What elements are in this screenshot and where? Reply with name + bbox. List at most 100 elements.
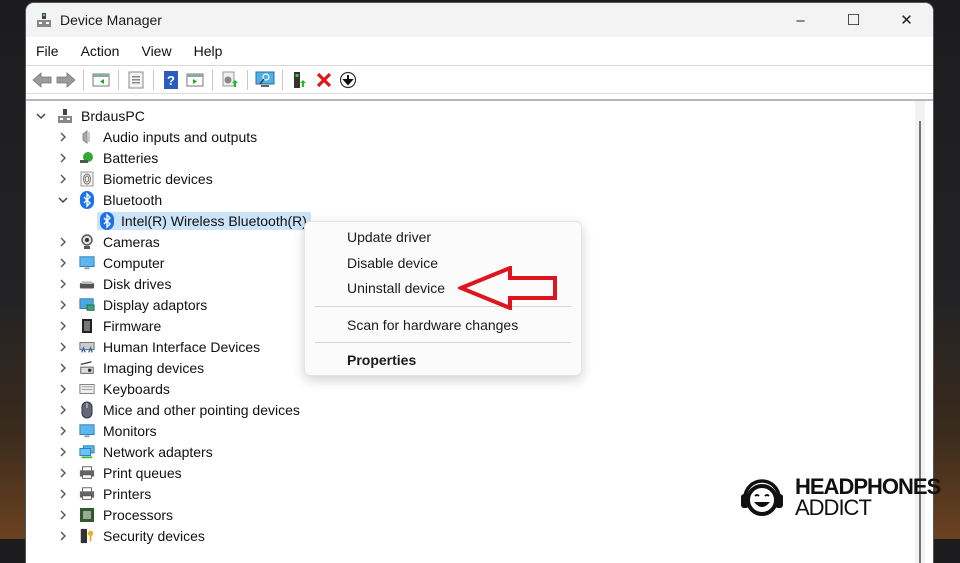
- chevron-right-icon[interactable]: [57, 131, 69, 143]
- monitor-icon: [79, 423, 95, 439]
- menu-action[interactable]: Action: [70, 43, 131, 59]
- scan-hardware-button[interactable]: [254, 69, 276, 91]
- back-arrow-icon: [32, 71, 52, 88]
- display-adapter-icon: [79, 297, 95, 313]
- toolbar-separator: [247, 69, 248, 90]
- chevron-right-icon[interactable]: [57, 446, 69, 458]
- category-label: Monitors: [103, 422, 157, 439]
- menu-properties[interactable]: Properties: [347, 352, 416, 368]
- chevron-right-icon[interactable]: [57, 257, 69, 269]
- add-legacy-hardware-button[interactable]: [289, 69, 311, 91]
- root-label: BrdausPC: [81, 107, 145, 124]
- toolbar-separator: [153, 69, 154, 90]
- chevron-right-icon[interactable]: [57, 278, 69, 290]
- red-arrow-annotation: [458, 266, 557, 310]
- maximize-icon: ☐: [846, 12, 861, 29]
- help-button[interactable]: ?: [160, 69, 182, 91]
- mouse-icon: [79, 401, 95, 418]
- help-icon: ?: [164, 70, 178, 89]
- toolbar-separator: [212, 69, 213, 90]
- category-label: Computer: [103, 254, 165, 271]
- chevron-down-icon[interactable]: [35, 110, 47, 122]
- tree-category-keyboards[interactable]: Keyboards: [26, 378, 913, 399]
- chevron-right-icon[interactable]: [57, 467, 69, 479]
- category-label: Bluetooth: [103, 191, 163, 208]
- back-button[interactable]: [31, 69, 53, 91]
- menu-separator: [315, 342, 571, 343]
- tree-category-mice-and-other-pointing-devices[interactable]: Mice and other pointing devices: [26, 399, 913, 420]
- category-label: Processors: [103, 506, 174, 523]
- keyboard-icon: [79, 381, 95, 397]
- tree-category-biometric-devices[interactable]: Biometric devices: [26, 168, 913, 189]
- category-label: Human Interface Devices: [103, 338, 261, 355]
- tree-category-monitors[interactable]: Monitors: [26, 420, 913, 441]
- bluetooth-icon: [99, 211, 115, 230]
- chevron-right-icon[interactable]: [57, 320, 69, 332]
- security-device-icon: [79, 528, 95, 544]
- device-label: Intel(R) Wireless Bluetooth(R): [121, 212, 307, 229]
- speaker-icon: [79, 129, 95, 145]
- headphones-addict-watermark: HEADPHONES ADDICT: [739, 476, 941, 519]
- network-adapter-icon: [79, 444, 95, 460]
- tree-category-batteries[interactable]: Batteries: [26, 147, 913, 168]
- add-hardware-icon: [294, 71, 306, 88]
- menu-file[interactable]: File: [26, 43, 70, 59]
- close-icon: ✕: [900, 12, 913, 29]
- tree-category-audio-inputs-and-outputs[interactable]: Audio inputs and outputs: [26, 126, 913, 147]
- camera-icon: [79, 233, 95, 250]
- download-circle-icon: [339, 71, 357, 88]
- device-manager-icon: [36, 12, 52, 28]
- imaging-device-icon: [79, 360, 95, 376]
- chevron-right-icon[interactable]: [57, 236, 69, 248]
- properties-toolbar-button[interactable]: [125, 69, 147, 91]
- enable-device-button[interactable]: [337, 69, 359, 91]
- firmware-chip-icon: [79, 318, 95, 334]
- computer-icon: [79, 255, 95, 271]
- category-label: Keyboards: [103, 380, 170, 397]
- menu-bar: File Action View Help: [26, 37, 933, 66]
- show-action-pane-button[interactable]: [184, 69, 206, 91]
- chevron-right-icon[interactable]: [57, 404, 69, 416]
- title-bar[interactable]: Device Manager – ☐ ✕: [26, 3, 933, 37]
- chevron-right-icon[interactable]: [57, 425, 69, 437]
- minimize-icon: –: [796, 11, 805, 29]
- menu-disable-device[interactable]: Disable device: [347, 255, 438, 271]
- minimize-button[interactable]: –: [774, 3, 827, 37]
- menu-scan-hardware[interactable]: Scan for hardware changes: [347, 317, 518, 333]
- chevron-right-icon[interactable]: [57, 173, 69, 185]
- chevron-right-icon[interactable]: [57, 152, 69, 164]
- tree-root[interactable]: BrdausPC: [26, 105, 913, 126]
- chevron-right-icon[interactable]: [57, 488, 69, 500]
- menu-view[interactable]: View: [130, 43, 182, 59]
- selected-device[interactable]: Intel(R) Wireless Bluetooth(R): [97, 211, 311, 230]
- chevron-right-icon[interactable]: [57, 299, 69, 311]
- chevron-right-icon[interactable]: [57, 530, 69, 542]
- maximize-button[interactable]: ☐: [827, 3, 880, 37]
- disk-drive-icon: [79, 276, 95, 292]
- category-label: Mice and other pointing devices: [103, 401, 300, 418]
- update-driver-button[interactable]: [219, 69, 241, 91]
- category-label: Biometric devices: [103, 170, 213, 187]
- show-hide-tree-button[interactable]: [90, 69, 112, 91]
- chevron-down-icon[interactable]: [57, 194, 69, 206]
- tree-category-network-adapters[interactable]: Network adapters: [26, 441, 913, 462]
- properties-icon: [128, 71, 144, 88]
- menu-update-driver[interactable]: Update driver: [347, 229, 431, 245]
- uninstall-device-toolbar-button[interactable]: [313, 69, 335, 91]
- toolbar-separator: [118, 69, 119, 90]
- chevron-right-icon[interactable]: [57, 509, 69, 521]
- menu-uninstall-device[interactable]: Uninstall device: [347, 280, 445, 296]
- toolbar-separator: [282, 69, 283, 90]
- menu-help[interactable]: Help: [183, 43, 234, 59]
- tree-category-bluetooth[interactable]: Bluetooth: [26, 189, 913, 210]
- category-label: Batteries: [103, 149, 159, 166]
- forward-arrow-icon: [56, 71, 76, 88]
- action-pane-icon: [186, 73, 204, 86]
- close-button[interactable]: ✕: [880, 3, 933, 37]
- chevron-right-icon[interactable]: [57, 362, 69, 374]
- chevron-right-icon[interactable]: [57, 341, 69, 353]
- forward-button[interactable]: [55, 69, 77, 91]
- tree-category-security-devices[interactable]: Security devices: [26, 525, 913, 546]
- chevron-right-icon[interactable]: [57, 383, 69, 395]
- update-driver-icon: [222, 71, 238, 87]
